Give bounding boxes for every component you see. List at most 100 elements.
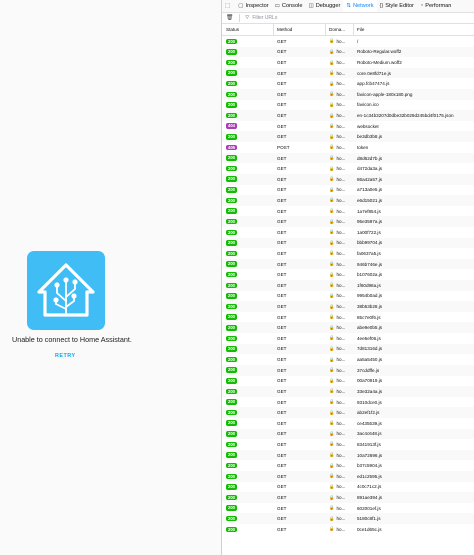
lock-icon: 🔒 <box>329 356 335 362</box>
domain-text: ho... <box>336 516 346 522</box>
request-row[interactable]: 200 GET 🔒 ho... 1a00f722.js <box>222 226 474 238</box>
file-cell: aa5a5450.js <box>357 357 383 363</box>
request-row[interactable]: 200 GET 🔒 ho... d8d62d7b.js <box>222 152 474 164</box>
request-row[interactable]: 200 GET 🔒 ho... 38b53b28.js <box>222 301 474 312</box>
domain-cell: 🔒 ho... <box>326 261 354 267</box>
request-row[interactable]: 200 GET 🔒 ho... 5180c8f1.js <box>222 513 474 525</box>
request-row[interactable]: 200 GET 🔒 ho... bbb99704.js <box>222 237 474 249</box>
request-row[interactable]: 405 POST 🔒 ho... token <box>222 142 474 153</box>
request-row[interactable]: 200 GET 🔒 ho... favicon-apple-180x180.png <box>222 89 474 100</box>
file-cell: Roboto-Regular.woff2 <box>357 49 402 55</box>
domain-cell: 🔒 ho... <box>326 91 354 97</box>
file-cell: b37c5904.js <box>357 463 382 469</box>
request-row[interactable]: 200 GET 🔒 ho... Roboto-Medium.woff2 <box>222 57 474 68</box>
column-method[interactable]: Method <box>274 24 326 35</box>
file-cell: / <box>357 38 359 44</box>
request-row[interactable]: 200 GET 🔒 ho... ed1c2595.js <box>222 470 474 482</box>
domain-cell: 🔒 ho... <box>326 516 354 522</box>
column-file[interactable]: File <box>354 24 474 35</box>
request-row[interactable]: 200 GET 🔒 ho... fa0637a5.js <box>222 248 474 259</box>
status-badge: 200 <box>226 388 237 395</box>
tab-label: Style Editor <box>385 3 414 9</box>
request-row[interactable]: 200 GET 🔒 ho... abe9e0b5.js <box>222 322 474 334</box>
request-row[interactable]: 200 GET 🔒 ho... e6d15021.js <box>222 195 474 206</box>
request-row[interactable]: 200 GET 🔒 ho... 33e32a4a.js <box>222 386 474 397</box>
tab-network[interactable]: ⇅ Network <box>343 0 377 12</box>
tab-style-editor[interactable]: {} Style Editor <box>377 0 417 12</box>
request-row[interactable]: 200 GET 🔒 ho... 3ac4c648.js <box>222 428 474 440</box>
request-row[interactable]: 200 GET 🔒 ho... 1a7ef854.js <box>222 205 474 217</box>
column-status[interactable]: Status <box>222 24 274 35</box>
method-cell: GET <box>277 367 287 373</box>
request-row[interactable]: 200 GET 🔒 ho... / <box>222 36 474 47</box>
lock-icon: 🔒 <box>329 165 335 171</box>
status-cell: 200 <box>222 187 274 193</box>
clear-requests-icon[interactable]: 🗑 <box>226 15 233 21</box>
file-cell: 3ac4c648.js <box>357 431 382 437</box>
request-row[interactable]: 200 GET 🔒 ho... b107602a.js <box>222 269 474 281</box>
request-row[interactable]: 404 GET 🔒 ho... websocket <box>222 120 474 132</box>
lock-icon: 🔒 <box>329 186 335 192</box>
request-row[interactable]: 200 GET 🔒 ho... 602001ef.js <box>222 502 474 514</box>
status-cell: 200 <box>222 282 274 289</box>
status-cell: 200 <box>222 303 274 310</box>
request-row[interactable]: 200 GET 🔒 ho... d472da3a.js <box>222 163 474 174</box>
request-row[interactable]: 200 GET 🔒 ho... 10a72696.js <box>222 449 474 461</box>
method-cell: GET <box>277 187 287 193</box>
request-row[interactable]: 200 GET 🔒 ho... 37cddffe.js <box>222 364 474 376</box>
file-cell: abe9e0b5.js <box>357 325 383 331</box>
request-row[interactable]: 200 GET 🔒 ho... 9954b0ad.js <box>222 290 474 302</box>
request-row[interactable]: 200 GET 🔒 ho... Roboto-Regular.woff2 <box>222 46 474 58</box>
domain-text: ho... <box>336 473 346 479</box>
pick-element-button[interactable]: ⬚ <box>222 0 235 12</box>
method-cell: GET <box>277 526 287 532</box>
tab-console[interactable]: ▭ Console <box>272 0 306 12</box>
domain-text: ho... <box>336 325 346 331</box>
request-row[interactable]: 200 GET 🔒 ho... 9310dce0.js <box>222 396 474 408</box>
request-row[interactable]: 200 GET 🔒 ho... ab2ef1f2.js <box>222 407 474 418</box>
retry-button[interactable]: RETRY <box>55 353 76 359</box>
request-row[interactable]: 200 GET 🔒 ho... ce435539.js <box>222 417 474 429</box>
request-row[interactable]: 200 GET 🔒 ho... 8341913f.js <box>222 439 474 450</box>
file-cell: b107602a.js <box>357 272 383 278</box>
request-row[interactable]: 200 GET 🔒 ho... 1f60d98a.js <box>222 280 474 291</box>
request-row[interactable]: 200 GET 🔒 ho... app.fcb47474.js <box>222 78 474 90</box>
request-row[interactable]: 200 GET 🔒 ho... 946b746e.js <box>222 258 474 270</box>
request-row[interactable]: 200 GET 🔒 ho... core.0e8fd71e.js <box>222 67 474 79</box>
request-row[interactable]: 200 GET 🔒 ho... be3db3b8.js <box>222 131 474 143</box>
column-domain[interactable]: Doma... <box>326 24 354 35</box>
method-cell: GET <box>277 441 287 447</box>
request-row[interactable]: 200 GET 🔒 ho... 95e3597a.js <box>222 216 474 227</box>
status-badge: 200 <box>226 59 237 66</box>
status-badge: 200 <box>226 112 237 119</box>
request-row[interactable]: 200 GET 🔒 ho... 0ce1d65c.js <box>222 524 474 535</box>
request-row[interactable]: 200 GET 🔒 ho... en-1c34b3207d0dbe32b029d245b… <box>222 110 474 121</box>
method-cell: GET <box>277 346 287 352</box>
domain-cell: 🔒 ho... <box>326 367 354 373</box>
request-row[interactable]: 200 GET 🔒 ho... 86a42a57.js <box>222 173 474 185</box>
domain-text: ho... <box>336 123 346 129</box>
request-row[interactable]: 200 GET 🔒 ho... b37c5904.js <box>222 460 474 471</box>
status-cell: 200 <box>222 176 274 182</box>
request-row[interactable]: 200 GET 🔒 ho... 7d81316d.js <box>222 343 474 355</box>
lock-icon: 🔒 <box>329 345 335 351</box>
lock-icon: 🔒 <box>329 505 335 511</box>
request-row[interactable]: 200 GET 🔒 ho... 00a70919.js <box>222 375 474 387</box>
request-row[interactable]: 200 GET 🔒 ho... 4ee5ef06.js <box>222 333 474 344</box>
request-row[interactable]: 200 GET 🔒 ho... aa5a5450.js <box>222 354 474 365</box>
status-badge: 200 <box>226 165 237 172</box>
tab-inspector[interactable]: ▢ Inspector <box>235 0 271 12</box>
request-row[interactable]: 200 GET 🔒 ho... 85c7e0f6.js <box>222 311 474 323</box>
console-icon: ▭ <box>274 3 280 9</box>
request-row[interactable]: 200 GET 🔒 ho... favicon.ico <box>222 99 474 111</box>
request-row[interactable]: 200 GET 🔒 ho... 4c0c71c2.js <box>222 481 474 493</box>
status-cell: 200 <box>222 49 274 55</box>
file-cell: 1f60d98a.js <box>357 282 381 288</box>
method-cell: GET <box>277 399 287 405</box>
domain-cell: 🔒 ho... <box>326 388 354 394</box>
tab-debugger[interactable]: ◫ Debugger <box>305 0 343 12</box>
filter-urls-input[interactable]: Filter URLs <box>252 15 277 21</box>
request-row[interactable]: 200 GET 🔒 ho... 891ae394.js <box>222 492 474 503</box>
tab-performance[interactable]: ◔ Performan <box>417 0 455 12</box>
request-row[interactable]: 200 GET 🔒 ho... a713a0e5.js <box>222 184 474 196</box>
